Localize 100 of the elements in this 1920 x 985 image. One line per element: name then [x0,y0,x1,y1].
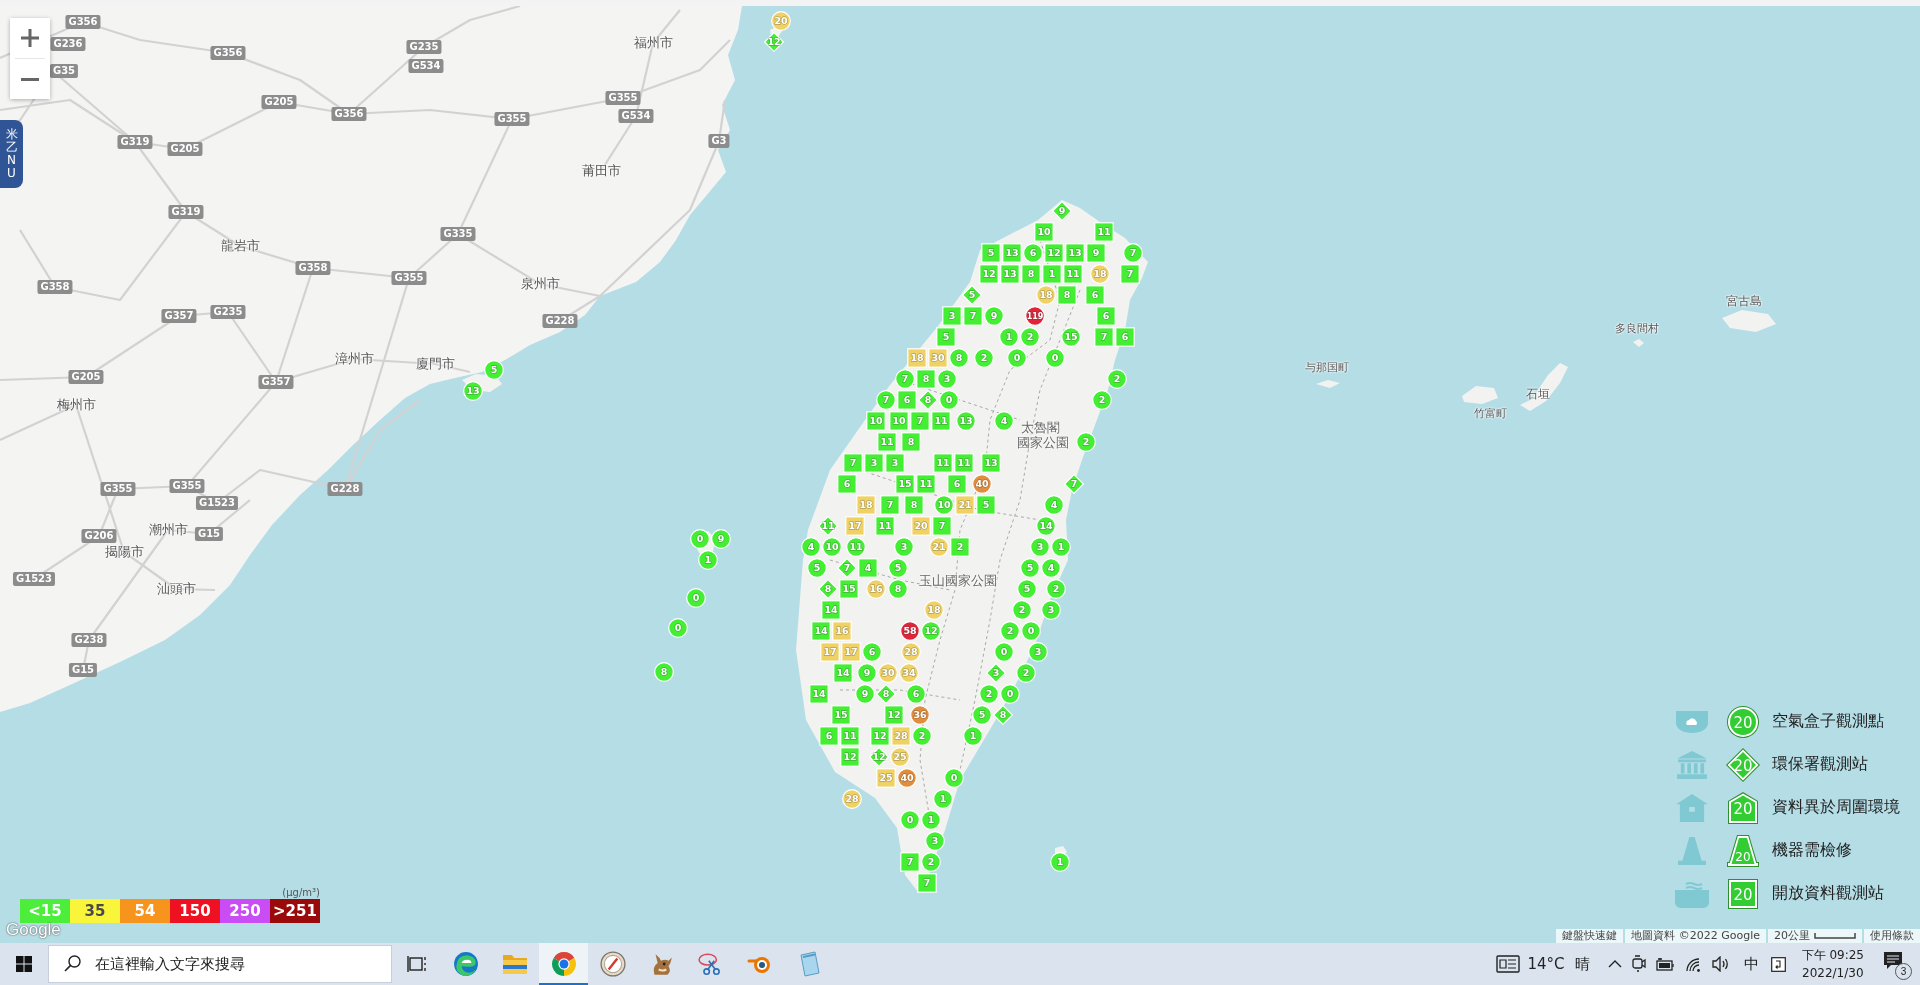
map-marker[interactable]: 2 [1000,621,1020,641]
map-marker[interactable]: 12 [1044,243,1064,263]
map-marker[interactable]: 6 [1085,285,1105,305]
map-marker[interactable]: 119 [1025,306,1045,326]
map-marker[interactable]: 18 [856,495,876,515]
map-marker[interactable]: 6 [1096,306,1116,326]
map-marker[interactable]: 7 [880,495,900,515]
map-marker[interactable]: 5 [484,360,504,380]
map-marker[interactable]: 15 [839,579,859,599]
side-panel-tab[interactable]: 米乙NU [0,120,23,188]
map-marker[interactable]: 11 [818,516,838,536]
map-marker[interactable]: 3 [925,831,945,851]
chevron-up-icon[interactable] [1607,960,1622,968]
map-marker[interactable]: 9 [855,684,875,704]
map-marker[interactable]: 2 [1016,663,1036,683]
map-marker[interactable]: 2 [1020,327,1040,347]
map-marker[interactable]: 3 [1030,537,1050,557]
map-marker[interactable]: 4 [1044,495,1064,515]
map-marker[interactable]: 11 [875,516,895,536]
map-marker[interactable]: 12 [764,32,784,52]
map-marker[interactable]: 5 [981,243,1001,263]
map-marker[interactable]: 12 [884,705,904,725]
map-marker[interactable]: 6 [947,474,967,494]
map-marker[interactable]: 8 [1057,285,1077,305]
map-marker[interactable]: 0 [944,768,964,788]
map-marker[interactable]: 7 [876,390,896,410]
map-marker[interactable]: 9 [711,529,731,549]
map-marker[interactable]: 4 [801,537,821,557]
taskbar-app-button[interactable] [539,943,588,985]
map-marker[interactable]: 8 [901,432,921,452]
map-marker[interactable]: 10 [866,411,886,431]
map-marker[interactable]: 11 [933,453,953,473]
map-marker[interactable]: 34 [899,663,919,683]
map-marker[interactable]: 5 [976,495,996,515]
map-marker[interactable]: 8 [888,579,908,599]
map-marker[interactable]: 18 [1090,264,1110,284]
map-marker[interactable]: 5 [936,327,956,347]
map-marker[interactable]: 13 [1065,243,1085,263]
map-marker[interactable]: 8 [904,495,924,515]
map-marker[interactable]: 11 [840,726,860,746]
map-marker[interactable]: 0 [668,618,688,638]
map-marker[interactable]: 10 [822,537,842,557]
map-marker[interactable]: 3 [1041,600,1061,620]
map-marker[interactable]: 7 [1064,474,1084,494]
clock[interactable]: 下午 09:25 2022/1/30 [1801,946,1864,982]
map-marker[interactable]: 12 [921,621,941,641]
map-marker[interactable]: 28 [842,789,862,809]
map-marker[interactable]: 14 [809,684,829,704]
notification-button[interactable]: 3 [1880,948,1912,980]
map-marker[interactable]: 1 [999,327,1019,347]
map-marker[interactable]: 2 [974,348,994,368]
map-marker[interactable]: 30 [928,348,948,368]
map-marker[interactable]: 0 [939,390,959,410]
map-marker[interactable]: 2 [912,726,932,746]
map-marker[interactable]: 7 [1120,264,1140,284]
zoom-in-button[interactable] [10,18,50,58]
map-marker[interactable]: 7 [1094,327,1114,347]
map-marker[interactable]: 36 [910,705,930,725]
map-marker[interactable]: 0 [1007,348,1027,368]
map-marker[interactable]: 13 [1002,243,1022,263]
scale-control[interactable]: 20公里 [1768,929,1862,943]
map-marker[interactable]: 9 [1086,243,1106,263]
map-marker[interactable]: 2 [1076,432,1096,452]
map-marker[interactable]: 2 [979,684,999,704]
map-marker[interactable]: 5 [1017,579,1037,599]
map-marker[interactable]: 5 [807,558,827,578]
map-marker[interactable]: 14 [811,621,831,641]
map-marker[interactable]: 1 [1042,264,1062,284]
map-marker[interactable]: 4 [858,558,878,578]
map-marker[interactable]: 1 [1050,852,1070,872]
map-marker[interactable]: 13 [463,381,483,401]
map-marker[interactable]: 8 [918,390,938,410]
map-marker[interactable]: 11 [916,474,936,494]
speaker-icon[interactable] [1711,956,1730,972]
map-marker[interactable]: 0 [994,642,1014,662]
map-marker[interactable]: 14 [1036,516,1056,536]
map-marker[interactable]: 13 [956,411,976,431]
map-marker[interactable]: 11 [877,432,897,452]
map-marker[interactable]: 8 [818,579,838,599]
map-marker[interactable]: 20 [771,11,791,31]
map-marker[interactable]: 12 [840,747,860,767]
map-marker[interactable]: 5 [888,558,908,578]
map-marker[interactable]: 9 [1052,201,1072,221]
map-marker[interactable]: 0 [1021,621,1041,641]
map-marker[interactable]: 5 [962,285,982,305]
map-marker[interactable]: 2 [1107,369,1127,389]
map-marker[interactable]: 2 [1092,390,1112,410]
map-marker[interactable]: 3 [942,306,962,326]
map-marker[interactable]: 10 [889,411,909,431]
battery-icon[interactable] [1655,957,1675,971]
map-marker[interactable]: 6 [1115,327,1135,347]
map-marker[interactable]: 13 [1000,264,1020,284]
video-camera-icon[interactable] [1631,955,1646,973]
map-marker[interactable]: 18 [1036,285,1056,305]
map-marker[interactable]: 7 [1123,243,1143,263]
map-marker[interactable]: 7 [910,411,930,431]
map-marker[interactable]: 17 [820,642,840,662]
map-marker[interactable]: 8 [916,369,936,389]
map-marker[interactable]: 14 [833,663,853,683]
map-marker[interactable]: 7 [963,306,983,326]
